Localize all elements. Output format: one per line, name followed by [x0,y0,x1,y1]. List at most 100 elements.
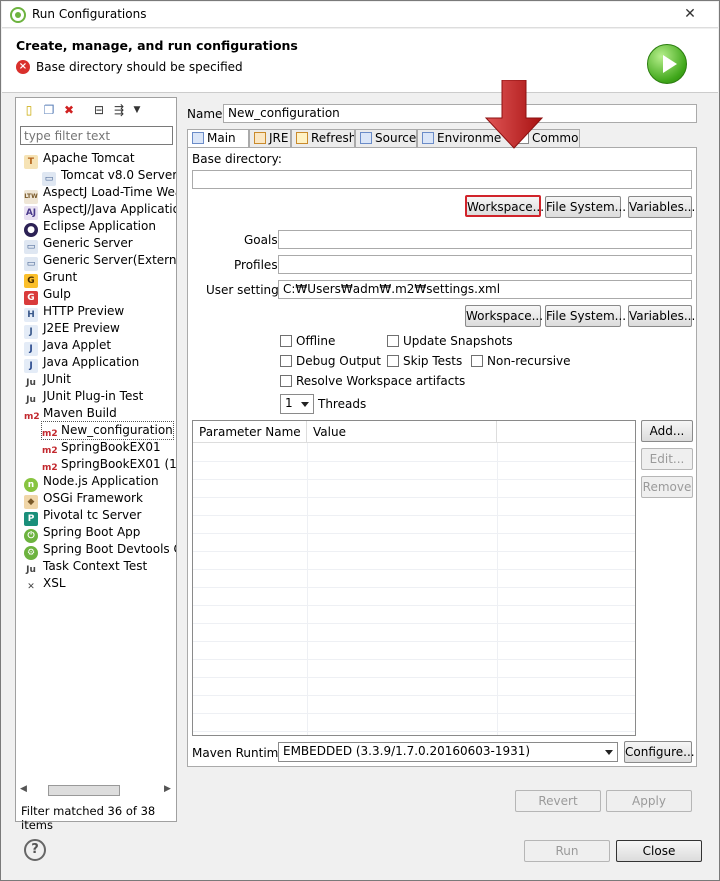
tree-item[interactable]: ✕ XSL [24,575,66,594]
main-tab-content: Base directory: Workspace... File System… [187,80,697,767]
tree-item[interactable]: Ju JUnit Plug-in Test [24,388,143,407]
offline-checkbox[interactable]: Offline [280,334,335,348]
tree-item-label: Generic Server [43,236,133,250]
close-button[interactable]: Close [616,840,702,862]
settings-workspace-button[interactable]: Workspace... [465,305,543,327]
window-close-button[interactable]: ✕ [670,5,710,23]
tree-item[interactable]: J Java Applet [24,337,111,356]
base-directory-input[interactable] [192,170,692,189]
tab-refresh[interactable]: Refresh [291,129,355,147]
base-dir-variables-button[interactable]: Variables... [628,196,695,218]
tree-item[interactable]: m2 SpringBookEX01 [42,439,161,458]
delete-icon[interactable]: ✖ [62,103,76,117]
table-row-line [193,713,635,714]
maven-runtime-label: Maven Runtime: [192,746,290,760]
add-parameter-button[interactable]: Add... [641,420,693,442]
user-settings-label: User settings: [206,283,290,297]
tree-item[interactable]: P Pivotal tc Server [24,507,141,526]
tree-item[interactable]: Ju JUnit [24,371,71,390]
checkbox-box[interactable] [387,335,399,347]
tree-item[interactable]: ▭Tomcat v8.0 Server at [42,167,176,186]
filter-icon[interactable]: ⇶ [112,103,126,117]
dialog-footer: ? Run Close [2,829,718,879]
resolve-workspace-checkbox[interactable]: Resolve Workspace artifacts [280,374,465,388]
tree-item-label: Generic Server(External La [43,253,176,267]
annotation-arrow-down-icon [484,80,544,149]
duplicate-icon[interactable]: ❐ [42,103,56,117]
tree-item-label: JUnit [43,372,71,386]
settings-variables-button[interactable]: Variables... [628,305,695,327]
tree-item[interactable]: G Grunt [24,269,78,288]
threads-select[interactable]: 1 [280,394,314,414]
tree-item-label: J2EE Preview [43,321,120,335]
tab-source[interactable]: Source [355,129,417,147]
table-row-line [193,479,635,480]
tree-item[interactable]: Ju Task Context Test [24,558,147,577]
tree-item[interactable]: m2 Maven Build [24,405,117,424]
edit-parameter-button[interactable]: Edit... [641,448,693,470]
run-button[interactable]: Run [524,840,610,862]
tree-item[interactable]: H HTTP Preview [24,303,124,322]
threads-label: Threads [318,397,367,411]
tab-jre-label: JRE [269,131,289,145]
maven-runtime-select[interactable]: EMBEDDED (3.3.9/1.7.0.20160603-1931) [278,742,618,762]
profiles-label: Profiles: [234,258,282,272]
tree-item[interactable]: J Java Application [24,354,139,373]
error-message: Base directory should be specified [36,60,243,74]
tree-item[interactable]: ⚙Spring Boot Devtools Clie [24,541,176,560]
checkbox-box[interactable] [280,375,292,387]
checkbox-box[interactable] [471,355,483,367]
column-header-parameter-name[interactable]: Parameter Name [193,421,307,443]
scroll-right-icon[interactable]: ▶ [164,784,171,794]
tree-item[interactable]: LTWAspectJ Load-Time Weavi [24,184,176,204]
goals-input[interactable] [278,230,692,249]
tree-item[interactable]: m2 SpringBookEX01 (1) [42,456,176,475]
apply-button[interactable]: Apply [606,790,692,812]
checkbox-box[interactable] [280,355,292,367]
help-icon[interactable]: ? [24,839,46,861]
tree-item[interactable]: ● Eclipse Application [24,218,156,237]
tree-item[interactable]: G Gulp [24,286,71,305]
tree-item[interactable]: ◆ OSGi Framework [24,490,143,509]
configure-button[interactable]: Configure... [624,741,695,763]
user-settings-input[interactable]: C:₩Users₩adm₩.m2₩settings.xml [278,280,692,299]
scroll-thumb[interactable] [48,785,120,796]
chevron-down-icon[interactable]: ▼ [130,103,144,117]
collapse-all-icon[interactable]: ⊟ [92,103,106,117]
non-recursive-checkbox[interactable]: Non-recursive [471,354,571,368]
remove-parameter-button[interactable]: Remove [641,476,693,498]
base-dir-file-system-button[interactable]: File System... [545,196,626,218]
tree-item[interactable]: T Apache Tomcat [24,150,135,169]
tree-item-label: Node.js Application [43,474,159,488]
tree-horizontal-scrollbar[interactable]: ◀ ▶ [18,782,174,798]
tab-jre[interactable]: JRE [249,129,291,147]
new-config-icon[interactable]: ▯ [22,103,36,117]
settings-file-system-button[interactable]: File System... [545,305,626,327]
profiles-input[interactable] [278,255,692,274]
tree-item-label: AspectJ Load-Time Weavi [43,185,176,199]
update-snapshots-checkbox[interactable]: Update Snapshots [387,334,513,348]
skip-tests-checkbox[interactable]: Skip Tests [387,354,462,368]
name-input[interactable]: New_configuration [223,104,697,123]
tree-item-label: Spring Boot Devtools Clie [43,542,176,556]
column-header-value[interactable]: Value [307,421,497,443]
checkbox-box[interactable] [280,335,292,347]
base-dir-workspace-button[interactable]: Workspace... [465,195,544,217]
table-row-line [193,695,635,696]
tree-item[interactable]: ⏻ Spring Boot App [24,524,140,543]
parameters-table[interactable]: Parameter Name Value [192,420,636,736]
tree-item-label: Grunt [43,270,78,284]
tree-item[interactable]: J J2EE Preview [24,320,120,339]
checkbox-box[interactable] [387,355,399,367]
tree-item[interactable]: n Node.js Application [24,473,159,492]
debug-output-checkbox[interactable]: Debug Output [280,354,381,368]
revert-button[interactable]: Revert [515,790,601,812]
tree-item[interactable]: AJ AspectJ/Java Application [24,201,176,220]
tree-item[interactable]: ▭ Generic Server [24,235,133,254]
tree-item[interactable]: ▭Generic Server(External La [24,252,176,271]
table-row-line [193,587,635,588]
tree-item[interactable]: m2 New_configuration [41,421,174,441]
filter-input[interactable] [20,126,173,145]
tab-main[interactable]: Main [187,129,249,148]
scroll-left-icon[interactable]: ◀ [20,784,27,794]
